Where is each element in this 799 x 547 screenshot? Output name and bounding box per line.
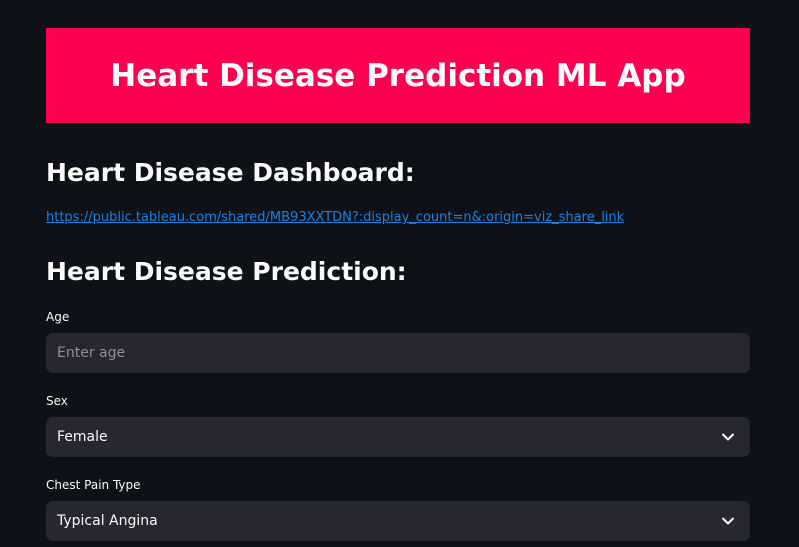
sex-label: Sex xyxy=(46,394,68,408)
chevron-down-icon xyxy=(721,514,735,528)
app-page: Heart Disease Prediction ML App Heart Di… xyxy=(0,0,799,547)
age-label: Age xyxy=(46,310,70,324)
prediction-heading: Heart Disease Prediction: xyxy=(46,257,407,286)
chest-pain-type-select-value: Typical Angina xyxy=(57,513,158,529)
chest-pain-type-select[interactable]: Typical Angina xyxy=(46,501,750,541)
app-banner: Heart Disease Prediction ML App xyxy=(46,28,750,123)
sex-select[interactable]: Female xyxy=(46,417,750,457)
app-title: Heart Disease Prediction ML App xyxy=(110,57,686,94)
chest-pain-type-label: Chest Pain Type xyxy=(46,478,141,492)
sex-select-value: Female xyxy=(57,429,108,445)
age-input[interactable] xyxy=(57,345,739,361)
dashboard-link[interactable]: https://public.tableau.com/shared/MB93XX… xyxy=(46,210,624,225)
cropped-top-heading xyxy=(70,0,230,4)
chevron-down-icon xyxy=(721,430,735,444)
age-field-container xyxy=(46,333,750,373)
dashboard-heading: Heart Disease Dashboard: xyxy=(46,158,415,187)
